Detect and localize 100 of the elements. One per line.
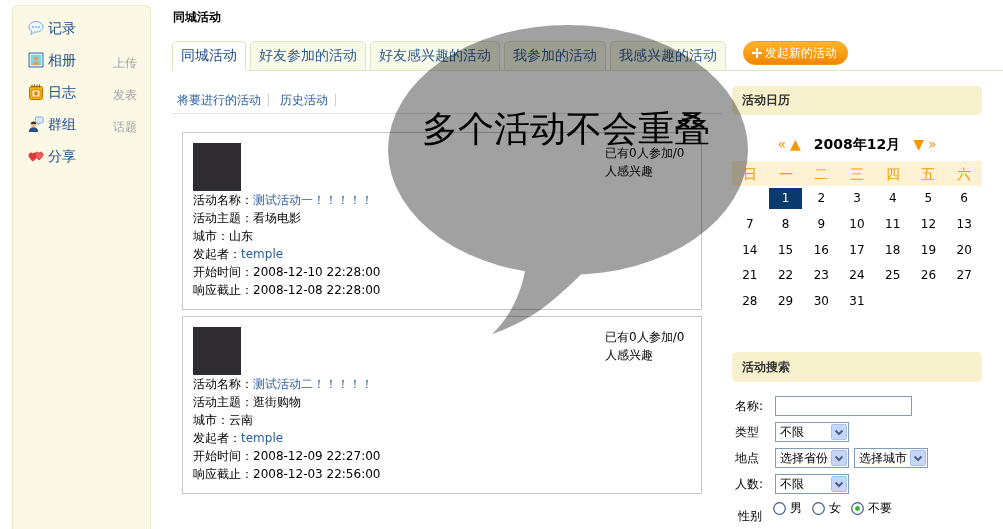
- form-label: 名称:: [735, 399, 765, 414]
- calendar-day[interactable]: 15: [769, 239, 803, 261]
- calendar-day[interactable]: 27: [947, 265, 981, 287]
- field-label: 活动名称：: [193, 193, 253, 207]
- calendar-day[interactable]: 7: [733, 214, 767, 236]
- field-value: 2008-12-03 22:56:00: [253, 467, 381, 481]
- calendar-day[interactable]: 22: [769, 265, 803, 287]
- field-value: 云南: [229, 413, 253, 427]
- field-label: 城市：: [193, 413, 229, 427]
- field-label: 活动主题：: [193, 211, 253, 225]
- sidebar-link[interactable]: 记录: [48, 20, 76, 36]
- field-label: 开始时间：: [193, 449, 253, 463]
- tab[interactable]: 好友感兴趣的活动: [370, 41, 500, 71]
- calendar-day[interactable]: 20: [947, 239, 981, 261]
- weekday-label: 二: [814, 165, 829, 182]
- notebook-icon: [28, 84, 44, 100]
- sidebar-link[interactable]: 日志: [48, 84, 76, 100]
- photo-placeholder: [193, 143, 241, 191]
- select-field[interactable]: 不限: [775, 474, 849, 495]
- field-label: 活动名称：: [193, 377, 253, 391]
- calendar-day[interactable]: 16: [804, 239, 838, 261]
- field-link[interactable]: 测试活动一！！！！！: [253, 193, 373, 207]
- calendar-day[interactable]: 19: [911, 239, 945, 261]
- field-link[interactable]: temple: [241, 247, 284, 261]
- form-label: 类型: [735, 425, 760, 440]
- weekday-label: 日: [742, 165, 757, 182]
- field-label: 响应截止：: [193, 283, 253, 297]
- calendar-day[interactable]: 3: [840, 188, 874, 210]
- chat-bubble-icon: [28, 20, 44, 36]
- form-label: 性别: [737, 509, 763, 524]
- weekday-label: 四: [885, 165, 900, 182]
- calendar-day[interactable]: 14: [733, 239, 767, 261]
- sidebar-link[interactable]: 分享: [48, 148, 76, 164]
- weekday-label: 六: [957, 165, 972, 182]
- field-label: 活动主题：: [193, 395, 253, 409]
- search-header: 活动搜索: [732, 352, 982, 383]
- calendar-day[interactable]: 1: [769, 188, 803, 210]
- field-label: 发起者：: [193, 431, 241, 445]
- participation-count: 已有0人参加/0人感兴趣: [605, 329, 686, 364]
- radio-button[interactable]: [773, 501, 786, 515]
- field-link[interactable]: temple: [241, 431, 284, 445]
- calendar-day[interactable]: 29: [769, 291, 803, 313]
- tab[interactable]: 好友参加的活动: [250, 41, 366, 71]
- calendar-day[interactable]: 10: [840, 214, 874, 236]
- filter-link[interactable]: 将要进行的活动: [177, 93, 261, 107]
- calendar-day[interactable]: 17: [840, 239, 874, 261]
- radio-button[interactable]: [851, 501, 864, 515]
- calendar-day[interactable]: 2: [804, 188, 838, 210]
- callout-text: 多个活动不会重叠: [422, 112, 710, 145]
- weekday-label: 一: [778, 165, 793, 182]
- calendar-day[interactable]: 13: [947, 214, 981, 236]
- select-field[interactable]: 选择省份: [775, 448, 849, 469]
- calendar-day[interactable]: 11: [876, 214, 910, 236]
- input-field[interactable]: [775, 396, 912, 417]
- photo-placeholder: [193, 327, 241, 375]
- radio-label: 男: [790, 501, 802, 516]
- form-label: 人数:: [735, 477, 765, 492]
- calendar-day[interactable]: 6: [947, 188, 981, 210]
- field-label: 发起者：: [193, 247, 241, 261]
- weekday-label: 三: [850, 165, 864, 182]
- filter-link[interactable]: 历史活动: [280, 93, 328, 107]
- page-title: 同城活动: [173, 10, 221, 24]
- field-value: 2008-12-08 22:28:00: [253, 283, 381, 297]
- calendar-day[interactable]: 5: [911, 188, 945, 210]
- tab[interactable]: 我参加的活动: [504, 41, 606, 71]
- field-value: 山东: [229, 229, 253, 243]
- tab[interactable]: 同城活动: [172, 41, 246, 71]
- radio-button[interactable]: [812, 501, 825, 515]
- calendar-day[interactable]: 26: [911, 265, 945, 287]
- form-label: 地点: [735, 451, 760, 466]
- plus-icon: [752, 48, 762, 58]
- calendar-header: 活动日历: [732, 86, 982, 115]
- field-label: 响应截止：: [193, 467, 253, 481]
- field-link[interactable]: 测试活动二！！！！！: [253, 377, 373, 391]
- field-value: 逛街购物: [253, 395, 301, 409]
- sidebar-link[interactable]: 群组: [48, 116, 76, 132]
- calendar-day[interactable]: 30: [804, 291, 838, 313]
- sidebar-link[interactable]: 相册: [48, 52, 76, 68]
- select-field[interactable]: 选择城市: [854, 448, 928, 469]
- radio-label: 不要: [868, 501, 892, 516]
- calendar-day[interactable]: 9: [804, 214, 838, 236]
- field-value: 看场电影: [253, 211, 301, 225]
- select-field[interactable]: 不限: [775, 422, 849, 443]
- calendar-day[interactable]: 8: [769, 214, 803, 236]
- calendar-day[interactable]: 18: [876, 239, 910, 261]
- calendar-day[interactable]: 24: [840, 265, 874, 287]
- field-value: 2008-12-10 22:28:00: [253, 265, 381, 279]
- calendar-day[interactable]: 4: [876, 188, 910, 210]
- calendar-day[interactable]: 31: [840, 291, 874, 313]
- calendar-month: 2008年12月: [813, 135, 901, 153]
- calendar-day[interactable]: 21: [733, 265, 767, 287]
- picture-frame-icon: [28, 52, 44, 68]
- weekday-label: 五: [921, 165, 936, 182]
- radio-label: 女: [829, 501, 841, 516]
- field-value: 2008-12-09 22:27:00: [253, 449, 381, 463]
- calendar-day[interactable]: 12: [911, 214, 945, 236]
- calendar-day[interactable]: 25: [876, 265, 910, 287]
- calendar-day[interactable]: 23: [804, 265, 838, 287]
- field-label: 开始时间：: [193, 265, 253, 279]
- calendar-day[interactable]: 28: [733, 291, 767, 313]
